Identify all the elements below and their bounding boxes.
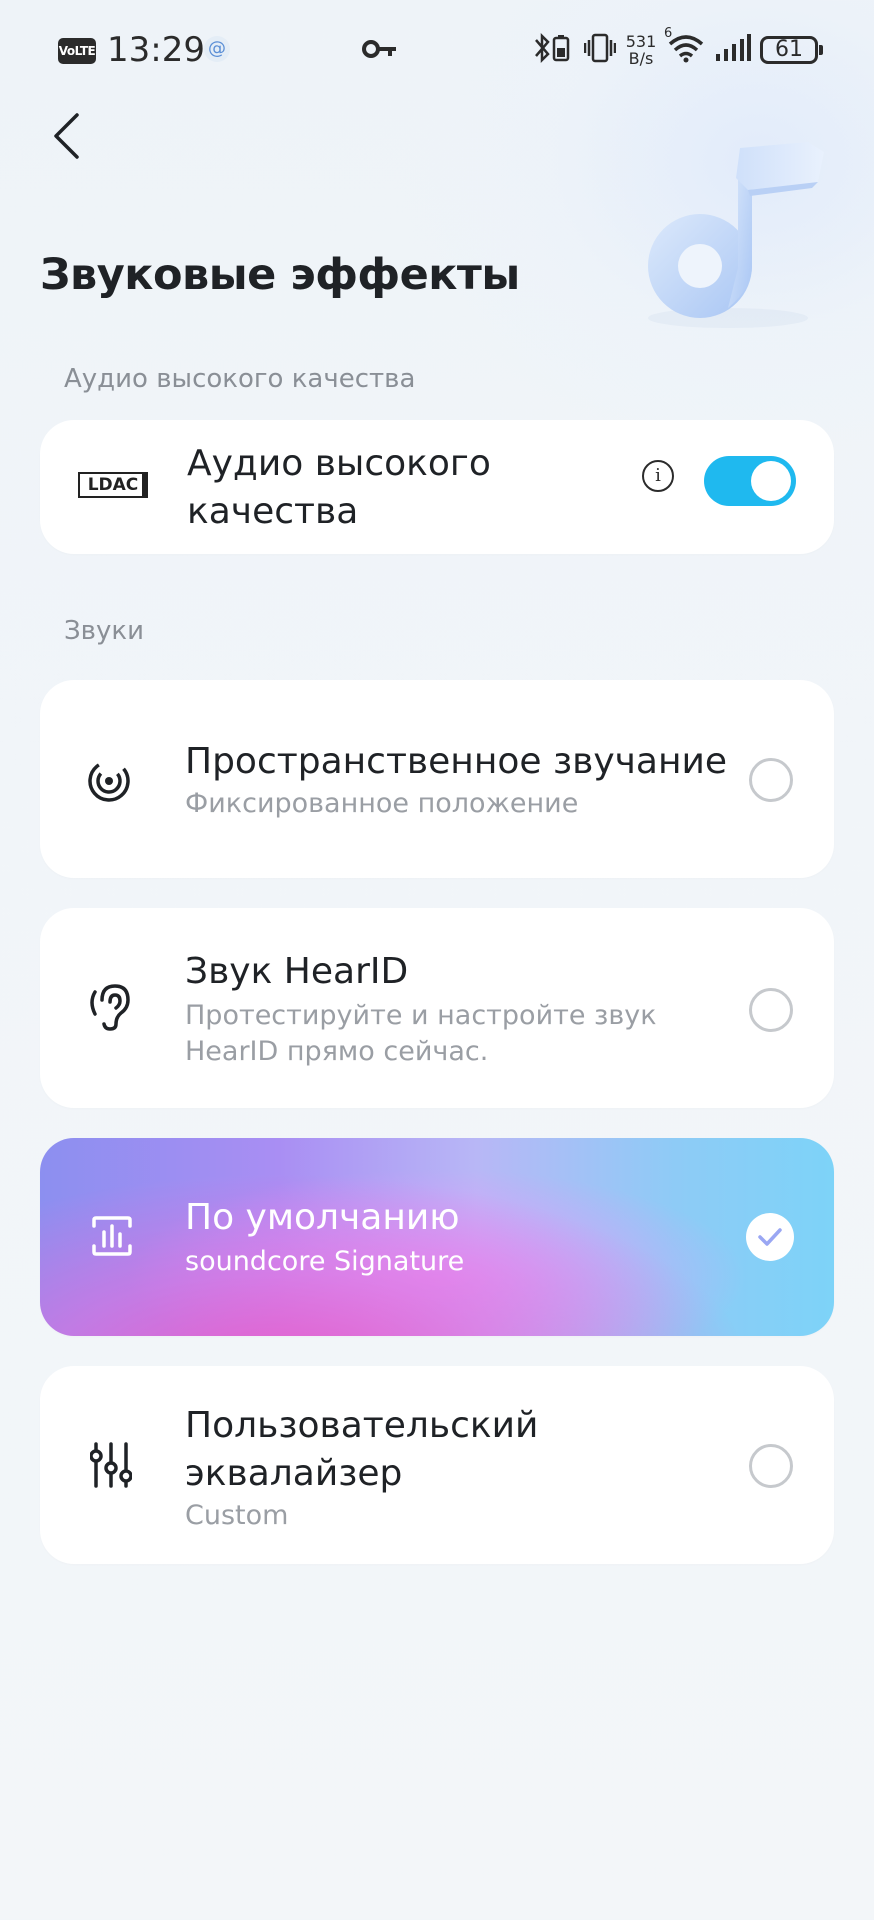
radio-custom-eq[interactable] xyxy=(749,1444,793,1488)
at-notification-icon: @ xyxy=(204,36,230,62)
status-time: 13:29 xyxy=(107,30,205,70)
network-speed-unit: B/s xyxy=(628,49,654,68)
status-bar: VoLTE 13:29 @ 531 B/s 6 61 xyxy=(0,0,874,100)
sound-option-default[interactable]: По умолчанию soundcore Signature xyxy=(40,1138,834,1336)
ldac-logo-icon: LDAC xyxy=(78,472,148,498)
back-button[interactable] xyxy=(44,108,88,164)
hq-audio-card: LDAC Аудио высокого качества i xyxy=(40,420,834,554)
sliders-icon xyxy=(90,1442,132,1488)
bluetooth-battery-icon xyxy=(532,31,576,69)
checkmark-icon xyxy=(758,1228,782,1246)
spatial-audio-icon xyxy=(86,758,132,804)
custom-eq-title-line1: Пользовательский xyxy=(185,1405,539,1446)
ldac-badge: LDAC xyxy=(78,472,148,498)
spatial-title: Пространственное звучание xyxy=(185,741,728,782)
custom-eq-title-line2: эквалайзер xyxy=(185,1453,403,1494)
sound-option-spatial[interactable]: Пространственное звучание Фиксированное … xyxy=(40,680,834,878)
default-title: По умолчанию xyxy=(185,1197,460,1238)
sound-option-custom-eq[interactable]: Пользовательский эквалайзер Custom xyxy=(40,1366,834,1564)
signal-icon xyxy=(714,33,752,67)
sound-option-hearid[interactable]: Звук HearID Протестируйте и настройте зв… xyxy=(40,908,834,1108)
custom-eq-subtitle: Custom xyxy=(185,1500,289,1531)
section-label-sounds: Звуки xyxy=(64,616,144,646)
radio-hearid[interactable] xyxy=(749,988,793,1032)
toggle-knob xyxy=(751,461,791,501)
status-icons: 531 B/s 6 61 xyxy=(532,26,823,72)
hq-audio-title-line1: Аудио высокого xyxy=(187,443,491,484)
section-label-hq-audio: Аудио высокого качества xyxy=(64,364,416,394)
hq-audio-title-line2: качества xyxy=(187,491,359,532)
equalizer-preset-icon xyxy=(90,1214,134,1258)
wifi-icon: 6 xyxy=(664,26,706,68)
key-icon xyxy=(362,36,398,66)
hearid-subtitle: Протестируйте и настройте звук HearID пр… xyxy=(185,998,657,1070)
info-icon[interactable]: i xyxy=(642,460,674,492)
spatial-subtitle: Фиксированное положение xyxy=(185,788,579,819)
wifi-label: 6 xyxy=(664,26,673,41)
volte-icon: VoLTE xyxy=(58,38,96,64)
music-note-illustration xyxy=(628,138,838,338)
hq-audio-toggle[interactable] xyxy=(704,456,796,506)
hq-audio-title: Аудио высокого качества xyxy=(187,440,491,536)
chevron-left-icon xyxy=(54,113,79,159)
ear-icon xyxy=(88,982,132,1032)
battery-icon: 61 xyxy=(760,36,823,64)
default-subtitle: soundcore Signature xyxy=(185,1246,465,1277)
radio-default[interactable] xyxy=(746,1213,794,1261)
page-title: Звуковые эффекты xyxy=(40,250,520,300)
hearid-subtitle-line2: HearID прямо сейчас. xyxy=(185,1036,489,1067)
network-speed: 531 B/s xyxy=(624,33,658,67)
hearid-title: Звук HearID xyxy=(185,951,409,992)
vibrate-icon xyxy=(583,31,617,69)
network-speed-value: 531 xyxy=(625,32,657,51)
hearid-subtitle-line1: Протестируйте и настройте звук xyxy=(185,1000,657,1031)
custom-eq-title: Пользовательский эквалайзер xyxy=(185,1402,538,1498)
radio-spatial[interactable] xyxy=(749,758,793,802)
